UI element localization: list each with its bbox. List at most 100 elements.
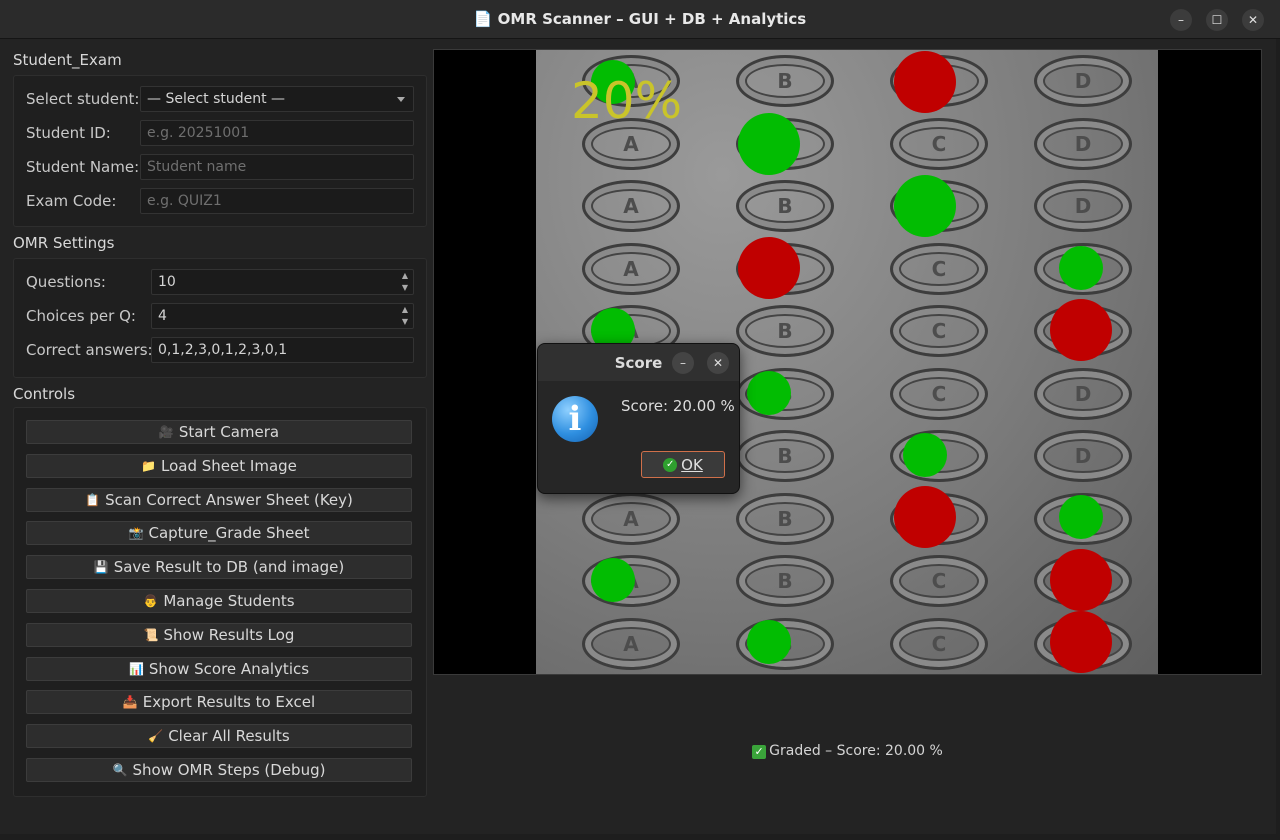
dialog-minimize-button[interactable]: –: [672, 352, 694, 374]
control-button-manage-students[interactable]: 👨 Manage Students: [26, 589, 412, 613]
control-button-label: Show OMR Steps (Debug): [132, 761, 326, 779]
correct-mark: [747, 620, 791, 664]
student-id-input[interactable]: e.g. 20251001: [140, 120, 414, 146]
minimize-button[interactable]: –: [1170, 9, 1192, 31]
answer-bubble: B: [736, 180, 834, 232]
answer-bubble: B: [736, 55, 834, 107]
control-button-capture-grade-sheet[interactable]: 📸 Capture_Grade Sheet: [26, 521, 412, 546]
student-name-input[interactable]: Student name: [140, 154, 414, 180]
answer-bubble: C: [890, 555, 988, 607]
answer-bubble: C: [890, 118, 988, 170]
exam-code-input[interactable]: e.g. QUIZ1: [140, 188, 414, 214]
control-button-label: Capture_Grade Sheet: [148, 524, 310, 543]
info-icon: i: [552, 396, 598, 442]
close-icon: ✕: [712, 356, 724, 370]
questions-spinbox[interactable]: 10 ▲ ▼: [151, 269, 414, 295]
choices-spin-arrows[interactable]: ▲ ▼: [399, 305, 411, 327]
control-icon: 📥: [122, 695, 138, 710]
correct-mark: [1059, 246, 1103, 290]
control-button-label: Start Camera: [178, 423, 280, 441]
control-icon: 📊: [128, 661, 144, 676]
window-title: 📄 OMR Scanner – GUI + DB + Analytics: [473, 10, 807, 28]
answer-bubble: D: [1034, 430, 1132, 482]
omr-settings-group: Questions: 10 ▲ ▼ Choices per Q: 4 ▲ ▼ Cor…: [13, 258, 427, 378]
control-icon: 💾: [93, 560, 109, 575]
dialog-close-button[interactable]: ✕: [707, 352, 729, 374]
maximize-icon: ☐: [1211, 13, 1223, 27]
controls-group: 🎥 Start Camera 📁 Load Sheet Image 📋 Scan Corr…: [13, 407, 427, 797]
answer-bubble: C: [890, 618, 988, 670]
chevron-down-icon: ▼: [401, 283, 409, 292]
student-exam-title: Student_Exam: [13, 51, 122, 69]
window-titlebar: 📄 OMR Scanner – GUI + DB + Analytics – ☐…: [0, 0, 1280, 39]
control-button-label: Load Sheet Image: [161, 456, 297, 475]
control-button-label: Scan Correct Answer Sheet (Key): [105, 490, 353, 509]
close-button[interactable]: ✕: [1242, 9, 1264, 31]
correct-mark: [903, 433, 947, 477]
wrong-mark: [738, 237, 800, 299]
answer-bubble: A: [582, 180, 680, 232]
select-student-combobox[interactable]: — Select student —: [140, 86, 414, 112]
answer-bubble: C: [890, 368, 988, 420]
dialog-title: Score: [614, 353, 663, 372]
answer-bubble: D: [1034, 180, 1132, 232]
answer-bubble: B: [736, 555, 834, 607]
control-button-scan-correct-answer-sheet-key[interactable]: 📋 Scan Correct Answer Sheet (Key): [26, 487, 412, 512]
control-icon: 🧹: [148, 729, 164, 744]
correct-mark: [747, 371, 791, 415]
controls-title: Controls: [13, 385, 76, 403]
control-button-clear-all-results[interactable]: 🧹 Clear All Results: [26, 724, 412, 749]
wrong-mark: [894, 51, 956, 113]
control-button-label: Show Results Log: [163, 625, 295, 644]
control-button-label: Clear All Results: [168, 727, 290, 746]
chevron-down-icon: ▼: [401, 317, 409, 326]
control-button-load-sheet-image[interactable]: 📁 Load Sheet Image: [26, 453, 412, 478]
control-button-start-camera[interactable]: 🎥 Start Camera: [26, 420, 412, 444]
questions-spin-arrows[interactable]: ▲ ▼: [399, 271, 411, 293]
omr-settings-title: OMR Settings: [13, 234, 115, 252]
control-button-label: Export Results to Excel: [142, 693, 316, 712]
answer-bubble: A: [582, 618, 680, 670]
correct-answers-label: Correct answers:: [26, 341, 153, 359]
student-name-label: Student Name:: [26, 158, 140, 176]
answer-bubble: B: [736, 305, 834, 357]
control-icon: 🔍: [112, 763, 128, 777]
wrong-mark: [1050, 299, 1112, 361]
control-icon: 👨: [143, 594, 159, 608]
correct-mark: [894, 175, 956, 237]
ok-button[interactable]: ✓ OK: [641, 451, 725, 478]
control-button-export-results-to-excel[interactable]: 📥 Export Results to Excel: [26, 690, 412, 715]
wrong-mark: [1050, 549, 1112, 611]
student-exam-group: Select student: — Select student — Stude…: [13, 75, 427, 227]
control-button-save-result-to-db-and-image[interactable]: 💾 Save Result to DB (and image): [26, 555, 412, 580]
check-icon: ✓: [663, 457, 678, 472]
score-dialog: Score – ✕ i Score: 20.00 % ✓ OK: [537, 343, 740, 494]
control-button-show-omr-steps-debug[interactable]: 🔍 Show OMR Steps (Debug): [26, 758, 412, 782]
control-icon: 📁: [141, 458, 157, 473]
control-button-show-results-log[interactable]: 📜 Show Results Log: [26, 622, 412, 647]
correct-mark: [738, 113, 800, 175]
answer-bubble: B: [736, 430, 834, 482]
chevron-up-icon: ▲: [401, 305, 409, 314]
exam-code-label: Exam Code:: [26, 192, 117, 210]
choices-spinbox[interactable]: 4 ▲ ▼: [151, 303, 414, 329]
student-id-label: Student ID:: [26, 124, 111, 142]
questions-label: Questions:: [26, 273, 106, 291]
control-icon: 📸: [128, 526, 144, 541]
control-button-show-score-analytics[interactable]: 📊 Show Score Analytics: [26, 656, 412, 681]
answer-bubble: C: [890, 243, 988, 295]
answer-bubble: B: [736, 493, 834, 545]
control-icon: 🎥: [158, 425, 174, 439]
answer-bubble: D: [1034, 368, 1132, 420]
overlay-score: 20%: [571, 72, 683, 130]
correct-mark: [591, 558, 635, 602]
maximize-button[interactable]: ☐: [1206, 9, 1228, 31]
control-button-label: Show Score Analytics: [148, 659, 310, 678]
answer-bubble: A: [582, 493, 680, 545]
minimize-icon: –: [680, 356, 686, 370]
check-icon: ✓: [752, 745, 767, 759]
correct-answers-input[interactable]: 0,1,2,3,0,1,2,3,0,1: [151, 337, 414, 363]
control-icon: 📜: [143, 627, 159, 642]
control-button-label: Save Result to DB (and image): [113, 558, 345, 577]
control-button-label: Manage Students: [163, 592, 295, 610]
